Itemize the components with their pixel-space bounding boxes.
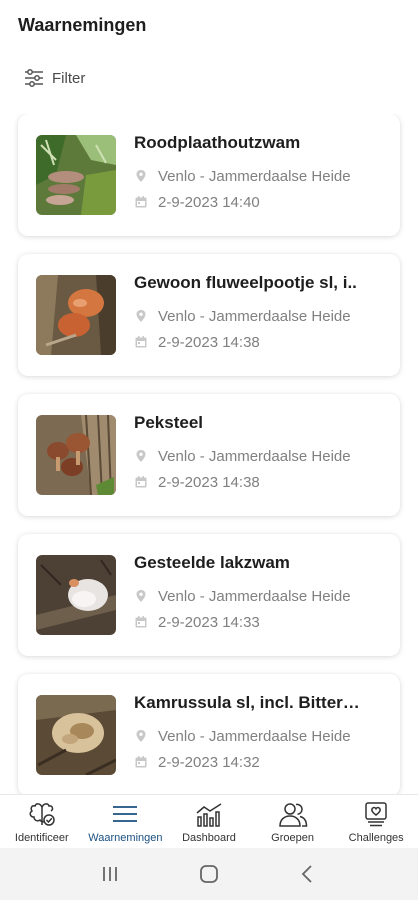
nav-label: Dashboard [182,832,236,844]
observation-card[interactable]: Gewoon fluweelpootje sl, i.. Venlo - Jam… [18,254,400,376]
filter-label: Filter [52,69,86,87]
observation-photo [36,695,116,775]
dashboard-icon [196,803,222,827]
observation-datetime: 2-9-2023 14:40 [158,193,260,211]
observation-card[interactable]: Peksteel Venlo - Jammerdaalse Heide 2-9-… [18,394,400,516]
location-pin-icon [136,170,146,182]
location-pin-icon [136,730,146,742]
observation-datetime: 2-9-2023 14:32 [158,753,260,771]
location-pin-icon [136,450,146,462]
back-icon[interactable] [296,862,320,886]
observation-datetime: 2-9-2023 14:33 [158,613,260,631]
observation-title: Roodplaathoutzwam [134,133,301,152]
bottom-nav: Identificeer Waarnemingen Dashboard Groe… [0,794,418,848]
nav-groups[interactable]: Groepen [251,795,335,848]
nav-label: Waarnemingen [88,832,163,844]
nav-observations[interactable]: Waarnemingen [84,795,168,848]
observation-title: Kamrussula sl, incl. Bitter… [134,693,360,712]
recent-apps-icon[interactable] [98,862,122,886]
observation-location: Venlo - Jammerdaalse Heide [158,447,351,465]
observation-photo [36,135,116,215]
calendar-icon [135,336,147,348]
filter-sliders-icon [25,69,43,87]
observation-datetime: 2-9-2023 14:38 [158,333,260,351]
observation-list[interactable]: Roodplaathoutzwam Venlo - Jammerdaalse H… [0,114,418,794]
nav-label: Groepen [271,832,314,844]
observation-photo [36,555,116,635]
nav-challenges[interactable]: Challenges [334,795,418,848]
app-header: Waarnemingen [0,0,418,52]
nav-identify[interactable]: Identificeer [0,795,84,848]
calendar-icon [135,476,147,488]
calendar-icon [135,756,147,768]
calendar-icon [135,196,147,208]
page-title: Waarnemingen [18,15,147,35]
list-icon [113,806,138,822]
observation-card[interactable]: Gesteelde lakzwam Venlo - Jammerdaalse H… [18,534,400,656]
observation-photo [36,415,116,495]
nav-dashboard[interactable]: Dashboard [167,795,251,848]
observation-photo [36,275,116,355]
filter-button[interactable]: Filter [24,64,85,92]
observation-location: Venlo - Jammerdaalse Heide [158,587,351,605]
system-navigation-bar [0,848,418,900]
groups-icon [278,803,307,827]
observation-datetime: 2-9-2023 14:38 [158,473,260,491]
observation-location: Venlo - Jammerdaalse Heide [158,307,351,325]
observation-title: Gesteelde lakzwam [134,553,290,572]
observation-location: Venlo - Jammerdaalse Heide [158,167,351,185]
nav-label: Challenges [348,832,404,844]
location-pin-icon [136,310,146,322]
identify-icon [29,803,55,826]
location-pin-icon [136,590,146,602]
nav-label: Identificeer [14,832,69,844]
calendar-icon [135,616,147,628]
observation-title: Gewoon fluweelpootje sl, i.. [134,273,357,292]
challenges-icon [365,802,387,827]
home-icon[interactable] [197,862,221,886]
observation-card[interactable]: Roodplaathoutzwam Venlo - Jammerdaalse H… [18,114,400,236]
observation-location: Venlo - Jammerdaalse Heide [158,727,351,745]
observation-title: Peksteel [134,413,203,432]
observation-card[interactable]: Kamrussula sl, incl. Bitter… Venlo - Jam… [18,674,400,794]
